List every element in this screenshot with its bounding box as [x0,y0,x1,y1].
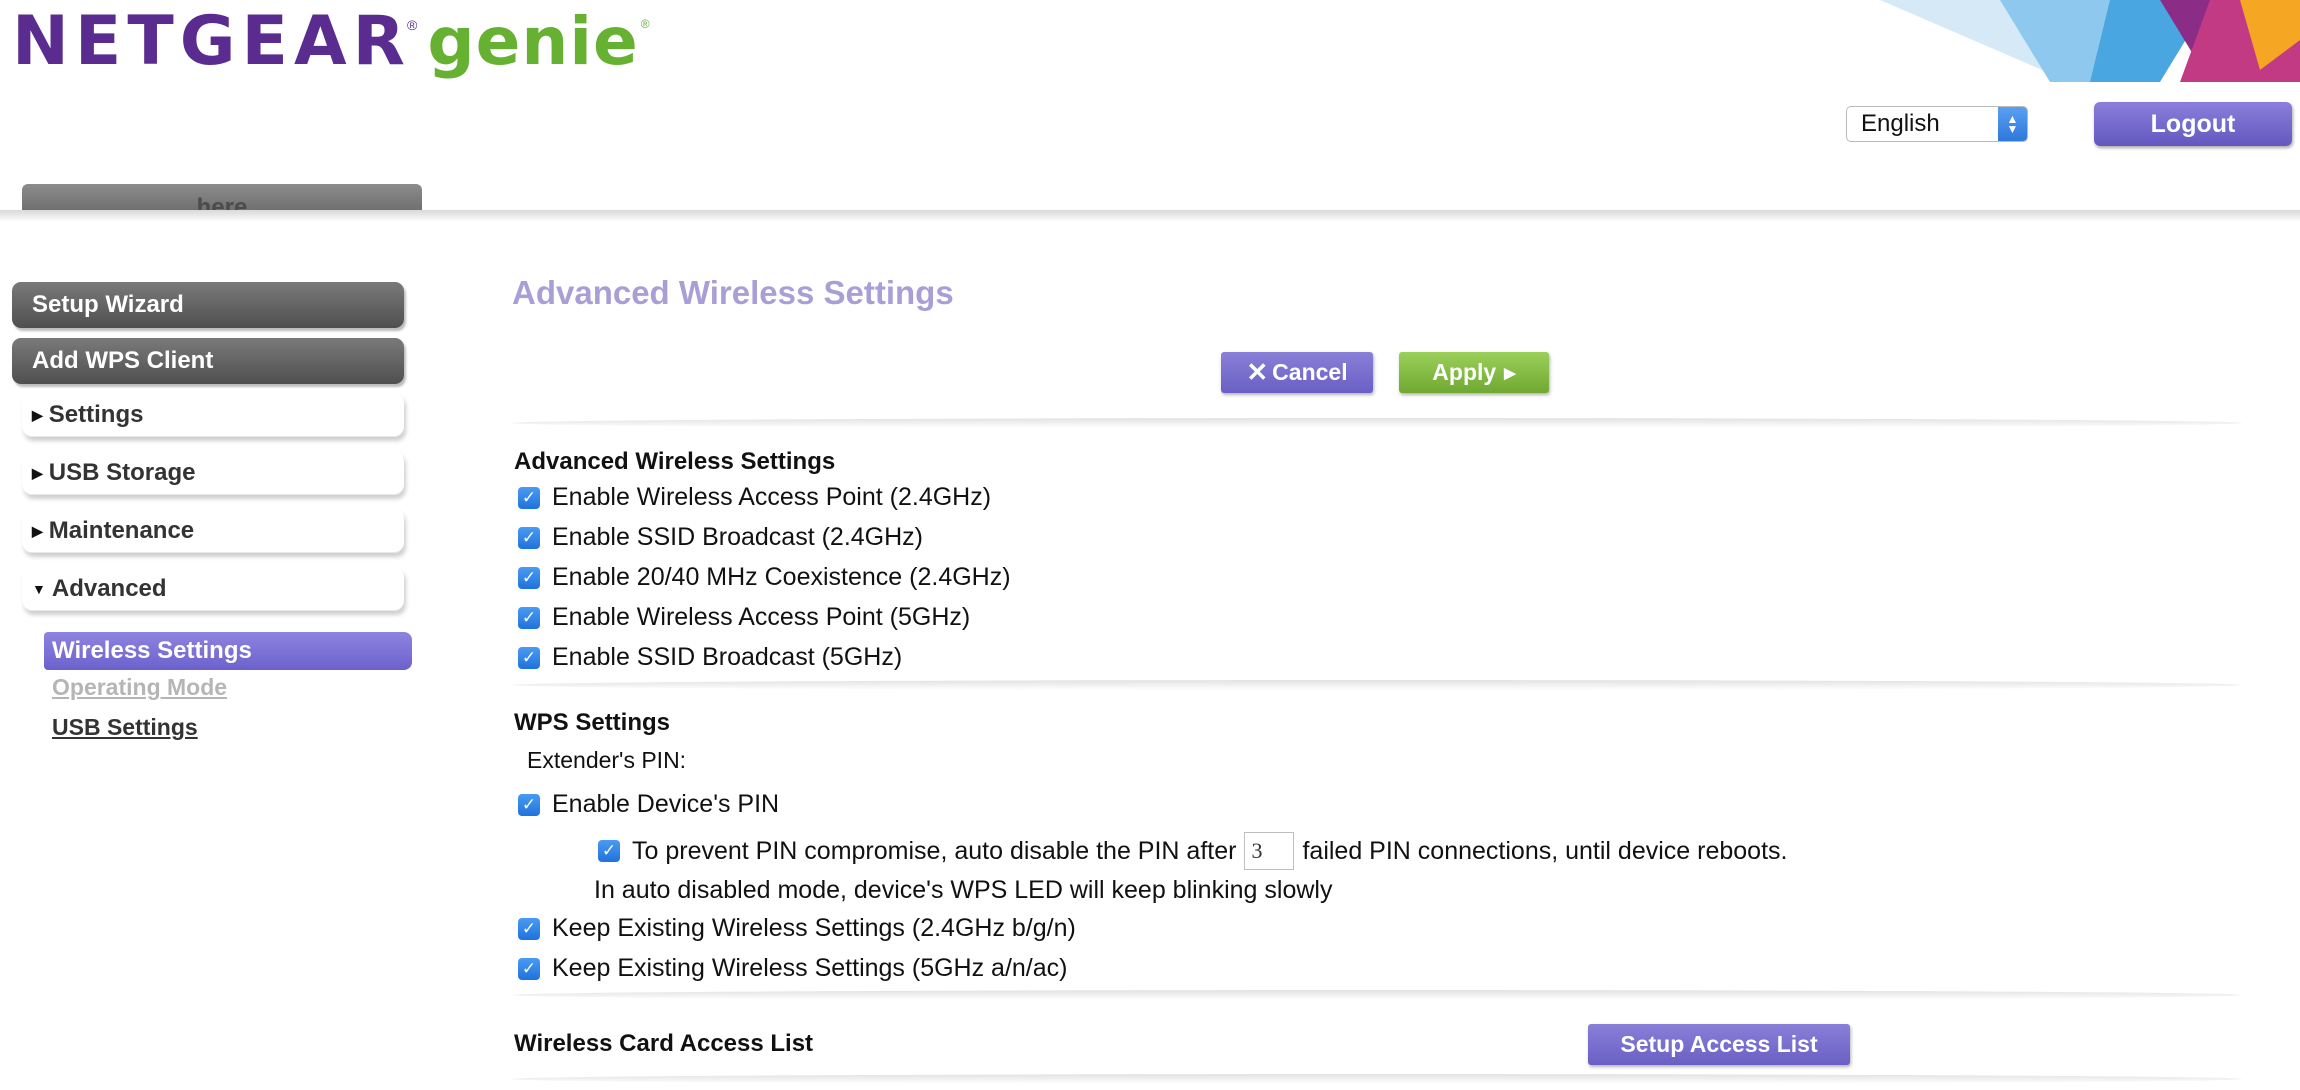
option-enable-device-pin[interactable]: ✓ Enable Device's PIN [518,790,779,819]
option-label: Enable 20/40 MHz Coexistence (2.4GHz) [552,563,1011,591]
access-list-title: Wireless Card Access List [514,1030,814,1057]
language-select[interactable]: English ▲ ▼ [1846,106,2028,142]
section-divider [512,990,2242,1000]
cancel-label: Cancel [1272,359,1348,385]
nav-section-label: Maintenance [48,517,195,544]
logo-registered-mark: ® [407,17,418,33]
checkbox-checked[interactable]: ✓ [518,793,540,816]
nav-add-wps-client[interactable]: Add WPS Client [12,338,404,384]
expand-triangle-icon: ▶ [32,406,43,423]
close-x-icon: ✕ [1246,357,1269,387]
netgear-genie-logo: NETGEAR ® genie ® [12,2,650,82]
expand-triangle-icon: ▶ [32,522,43,539]
nav-sub-usb-settings[interactable]: USB Settings [52,714,198,741]
option-label: Enable SSID Broadcast (5GHz) [552,643,903,671]
collapse-triangle-icon: ▼ [32,581,46,597]
option-label: Enable Wireless Access Point (5GHz) [552,603,971,631]
wps-section-title: WPS Settings [514,709,671,736]
select-arrows-icon: ▲ ▼ [1998,107,2027,141]
nav-sub-wireless-settings[interactable]: Wireless Settings [44,632,412,670]
setup-access-list-button[interactable]: Setup Access List [1588,1024,1850,1065]
language-selected-value: English [1861,110,1940,137]
checkbox-checked[interactable]: ✓ [518,566,540,589]
option-coexistence-24[interactable]: ✓ Enable 20/40 MHz Coexistence (2.4GHz) [518,563,1011,592]
option-auto-disable-pin[interactable]: ✓ To prevent PIN compromise, auto disabl… [598,832,1787,870]
wireless-section-title: Advanced Wireless Settings [514,448,836,475]
option-label: Enable SSID Broadcast (2.4GHz) [552,523,923,551]
decorative-corner-graphic [1880,0,2300,82]
checkbox-checked[interactable]: ✓ [518,606,540,629]
checkbox-checked[interactable]: ✓ [518,526,540,549]
logo-registered-mark-2: ® [640,17,650,31]
logo-brand-text: NETGEAR [12,2,411,81]
apply-button[interactable]: Apply ▶ [1399,352,1549,393]
apply-label: Apply [1432,359,1497,385]
header-tab[interactable]: here [22,184,422,212]
logo-product-text: genie [427,3,639,80]
nav-sub-operating-mode[interactable]: Operating Mode [52,674,227,701]
option-ssid-broadcast-5[interactable]: ✓ Enable SSID Broadcast (5GHz) [518,643,902,672]
nav-section-advanced[interactable]: ▼ Advanced [22,567,404,611]
expand-triangle-icon: ▶ [32,464,43,481]
logout-button[interactable]: Logout [2094,102,2292,146]
option-label: Enable Device's PIN [552,790,780,818]
nav-section-maintenance[interactable]: ▶ Maintenance [22,509,404,553]
auto-disable-label-after: failed PIN connections, until device reb… [1302,836,1788,865]
checkbox-checked[interactable]: ✓ [518,917,540,940]
section-divider [512,680,2242,690]
option-label: Keep Existing Wireless Settings (5GHz a/… [552,954,1068,982]
checkbox-checked[interactable]: ✓ [518,486,540,509]
option-wireless-ap-24[interactable]: ✓ Enable Wireless Access Point (2.4GHz) [518,483,991,512]
nav-section-label: USB Storage [48,459,196,486]
header-divider [0,210,2300,222]
nav-setup-wizard[interactable]: Setup Wizard [12,282,404,328]
auto-disabled-note: In auto disabled mode, device's WPS LED … [594,876,1333,904]
nav-section-label: Advanced [51,575,167,602]
extender-pin-label: Extender's PIN: [527,747,687,773]
option-keep-settings-24[interactable]: ✓ Keep Existing Wireless Settings (2.4GH… [518,914,1076,943]
page-title: Advanced Wireless Settings [512,274,954,311]
option-wireless-ap-5[interactable]: ✓ Enable Wireless Access Point (5GHz) [518,603,970,632]
checkbox-checked[interactable]: ✓ [518,646,540,669]
cancel-button[interactable]: ✕ Cancel [1221,352,1373,393]
checkbox-checked[interactable]: ✓ [518,957,540,980]
nav-section-settings[interactable]: ▶ Settings [22,393,404,437]
auto-disable-label-before: To prevent PIN compromise, auto disable … [632,836,1237,865]
section-divider [512,1074,2242,1084]
checkbox-checked[interactable]: ✓ [598,840,620,862]
option-label: Keep Existing Wireless Settings (2.4GHz … [552,914,1076,942]
failed-attempts-input[interactable]: 3 [1244,832,1295,870]
nav-section-usb-storage[interactable]: ▶ USB Storage [22,451,404,495]
option-ssid-broadcast-24[interactable]: ✓ Enable SSID Broadcast (2.4GHz) [518,523,923,552]
nav-section-label: Settings [48,401,144,428]
option-keep-settings-5[interactable]: ✓ Keep Existing Wireless Settings (5GHz … [518,954,1067,983]
option-label: Enable Wireless Access Point (2.4GHz) [552,483,992,511]
section-divider [512,418,2242,428]
play-arrow-icon: ▶ [1504,364,1516,382]
